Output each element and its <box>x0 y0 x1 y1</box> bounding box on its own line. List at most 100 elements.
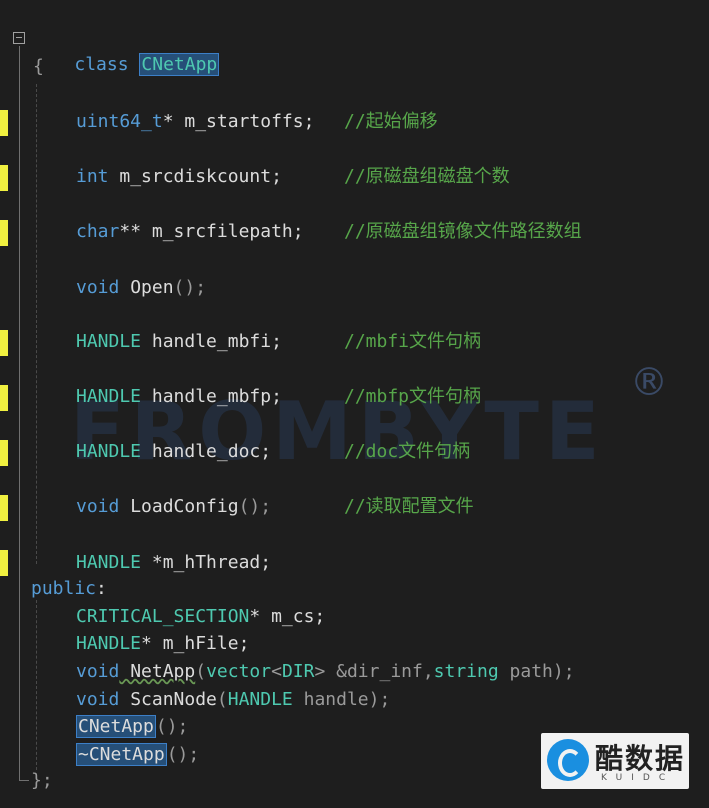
change-marker <box>0 550 8 576</box>
comment-mbfi: //mbfi文件句柄 <box>344 329 481 355</box>
change-marker <box>0 330 8 356</box>
decl-token: ** m_srcfilepath; <box>119 221 304 242</box>
destructor-selected[interactable]: ~CNetApp <box>76 743 167 766</box>
change-marker <box>0 220 8 246</box>
type-token: void <box>76 661 120 682</box>
comment-mbfp: //mbfp文件句柄 <box>344 384 481 410</box>
decl-token: * m_hFile; <box>141 633 250 654</box>
class-name-selected[interactable]: CNetApp <box>139 53 220 76</box>
decl-token: handle_mbfi; <box>141 331 282 352</box>
comment-text: //mbfp文件句柄 <box>344 386 482 407</box>
type-token: CRITICAL_SECTION <box>76 606 250 627</box>
change-marker <box>0 110 8 136</box>
decl-token: m_srcdiskcount; <box>108 166 282 187</box>
code-line-startoffs[interactable]: uint64_t* m_startoffs; <box>76 109 314 135</box>
keyword-class: class <box>74 54 129 75</box>
code-line-doc[interactable]: HANDLE handle_doc; <box>76 439 271 465</box>
change-marker <box>0 440 8 466</box>
angle-token: > <box>314 661 326 682</box>
comment-text: //读取配置文件 <box>344 496 474 517</box>
constructor-selected[interactable]: CNetApp <box>76 715 156 738</box>
type-token: HANDLE <box>76 552 142 573</box>
code-line-class[interactable]: class CNetApp <box>31 26 220 76</box>
type-token: uint64_t <box>76 111 163 132</box>
paren-token: (); <box>166 744 200 765</box>
type-token: void <box>76 277 120 298</box>
type-token: HANDLE <box>76 386 142 407</box>
comment-loadconfig: //读取配置文件 <box>344 494 474 520</box>
comment-doc: //doc文件句柄 <box>344 439 470 465</box>
type-token: HANDLE <box>76 331 142 352</box>
type-token: vector <box>206 661 272 682</box>
comment-text: //起始偏移 <box>344 111 438 132</box>
keyword-public: public <box>31 578 97 599</box>
decl-token: * m_startoffs; <box>162 111 315 132</box>
comment-srcfilepath: //原磁盘组镜像文件路径数组 <box>344 219 582 245</box>
type-token: HANDLE <box>76 441 142 462</box>
close-brace: }; <box>31 770 53 791</box>
type-token: HANDLE <box>76 633 142 654</box>
comment-text: //doc文件句柄 <box>344 441 471 462</box>
paren-token: ); <box>552 661 575 682</box>
open-brace: { <box>33 56 44 77</box>
site-logo: 酷数据 KUIDC <box>541 733 689 789</box>
change-marker <box>0 495 8 521</box>
function-name: Open <box>119 277 174 298</box>
param-token: &dir_inf, <box>325 661 434 682</box>
code-line-close-brace[interactable]: }; <box>31 768 53 794</box>
code-line-open-brace[interactable]: { <box>33 54 44 80</box>
code-line-loadconfig[interactable]: void LoadConfig(); <box>76 494 271 520</box>
code-line-dtor[interactable]: ~CNetApp (); <box>76 742 199 768</box>
code-line-open[interactable]: void Open(); <box>76 275 206 301</box>
type-token: string <box>433 661 499 682</box>
code-line-ctor[interactable]: CNetApp (); <box>76 714 188 740</box>
indent-guide <box>36 84 37 564</box>
code-line-srcdiskcount[interactable]: int m_srcdiskcount; <box>76 164 282 190</box>
comment-text: //mbfi文件句柄 <box>344 331 482 352</box>
decl-token: handle_doc; <box>141 441 272 462</box>
type-token: void <box>76 496 120 517</box>
fold-guide-line <box>19 46 20 781</box>
type-token: void <box>76 689 120 710</box>
code-line-public[interactable]: public: <box>31 576 107 602</box>
decl-token: handle_mbfp; <box>141 386 282 407</box>
logo-text: 酷数据 <box>595 742 686 775</box>
indent-guide <box>36 600 37 770</box>
decl-token: *m_hThread; <box>141 552 272 573</box>
decl-token: * m_cs; <box>249 606 326 627</box>
function-name: ScanNode <box>119 689 217 710</box>
comment-text: //原磁盘组磁盘个数 <box>344 166 510 187</box>
paren-token: (); <box>155 716 189 737</box>
change-marker <box>0 165 8 191</box>
logo-subtext: KUIDC <box>601 773 675 783</box>
code-line-mbfi[interactable]: HANDLE handle_mbfi; <box>76 329 282 355</box>
paren-token: (); <box>173 277 207 298</box>
angle-token: < <box>271 661 282 682</box>
comment-text: //原磁盘组镜像文件路径数组 <box>344 221 582 242</box>
paren-token: ); <box>368 689 391 710</box>
paren-token: (); <box>238 496 272 517</box>
change-marker <box>0 385 8 411</box>
code-line-netapp[interactable]: void NetApp(vector<DIR> &dir_inf,string … <box>76 659 575 685</box>
type-token: HANDLE <box>227 689 293 710</box>
colon-token: : <box>96 578 107 599</box>
code-line-hthread[interactable]: HANDLE *m_hThread; <box>76 550 271 576</box>
code-line-mbfp[interactable]: HANDLE handle_mbfp; <box>76 384 282 410</box>
code-line-hfile[interactable]: HANDLE* m_hFile; <box>76 631 249 657</box>
paren-token: ( <box>195 661 207 682</box>
paren-token: ( <box>216 689 228 710</box>
function-name: NetApp <box>119 661 196 682</box>
fold-guide-end <box>19 780 29 781</box>
type-token: char <box>76 221 120 242</box>
param-token: path <box>498 661 553 682</box>
comment-srcdiskcount: //原磁盘组磁盘个数 <box>344 164 510 190</box>
code-line-cs[interactable]: CRITICAL_SECTION* m_cs; <box>76 604 325 630</box>
type-token: DIR <box>281 661 315 682</box>
code-line-srcfilepath[interactable]: char** m_srcfilepath; <box>76 219 304 245</box>
comment-startoffs: //起始偏移 <box>344 109 438 135</box>
code-line-scannode[interactable]: void ScanNode(HANDLE handle); <box>76 687 390 713</box>
fold-toggle-icon[interactable] <box>13 32 25 44</box>
registered-mark: ® <box>630 360 668 404</box>
logo-icon <box>547 739 589 781</box>
code-editor[interactable]: FROMBYTE ® class CNetApp { uint64_t* m_s… <box>0 0 709 808</box>
